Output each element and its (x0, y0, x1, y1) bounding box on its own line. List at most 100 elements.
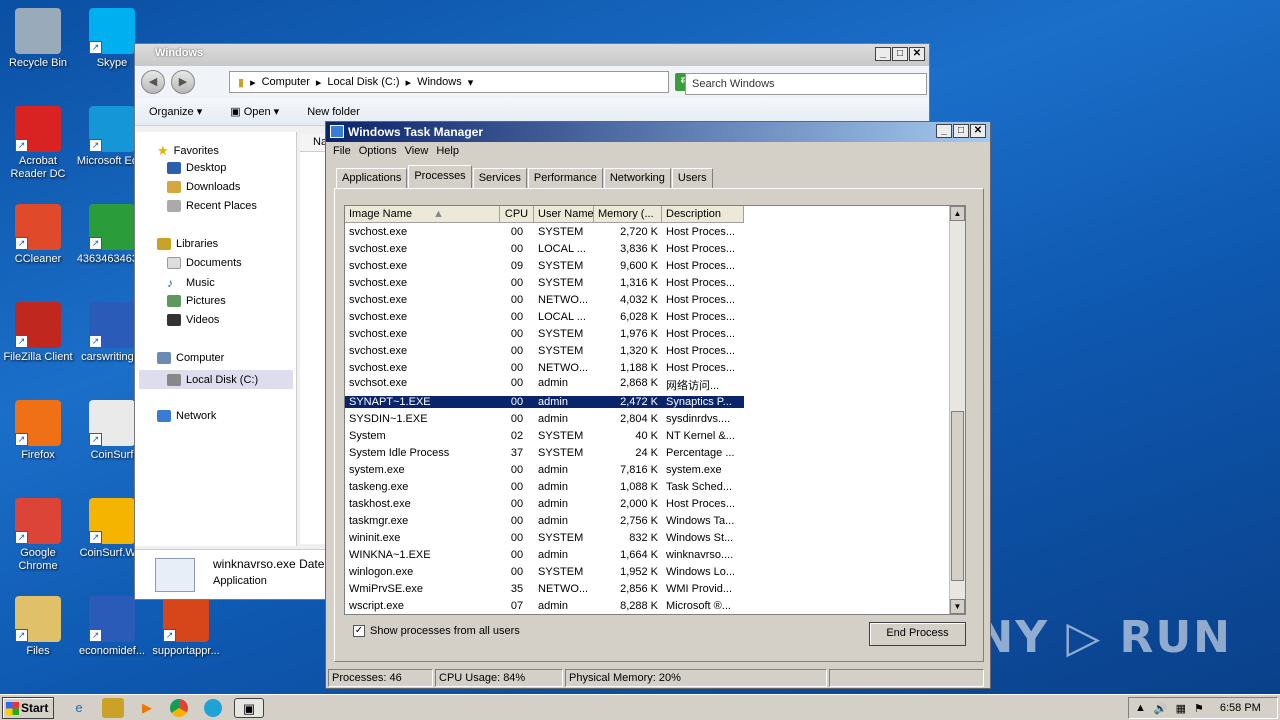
scroll-down-button[interactable]: ▼ (950, 599, 965, 614)
desktop-icon-image-file[interactable]: ↗ supportappr... (148, 596, 224, 658)
task-manager-titlebar[interactable]: Windows Task Manager _ □ ✕ (326, 122, 990, 142)
nav-recent-places[interactable]: Recent Places (167, 200, 257, 212)
address-bar[interactable]: ▮ ▸ Computer ▸ Local Disk (C:) ▸ Windows… (229, 71, 669, 93)
ie-icon[interactable]: e (68, 698, 90, 718)
column-memory[interactable]: Memory (... (594, 206, 662, 223)
nav-favorites[interactable]: ★ Favorites (157, 143, 219, 159)
nav-pictures[interactable]: Pictures (167, 295, 226, 307)
menu-file[interactable]: File (332, 145, 358, 162)
table-row[interactable]: svchost.exe 09 SYSTEM 9,600 K Host Proces... (345, 257, 965, 274)
column-user-name[interactable]: User Name (534, 206, 594, 223)
cell-memory: 1,088 K (620, 480, 658, 493)
vertical-scrollbar[interactable]: ▲ ▼ (949, 206, 965, 614)
nav-music[interactable]: ♪ Music (167, 276, 215, 290)
table-row[interactable]: svchost.exe 00 NETWO... 4,032 K Host Proces.… (345, 291, 965, 308)
nav-computer[interactable]: Computer (157, 352, 224, 364)
nav-libraries[interactable]: Libraries (157, 238, 218, 250)
tab-applications[interactable]: Applications (336, 168, 408, 188)
open-button[interactable]: ▣ Open ▾ (230, 105, 279, 118)
nav-videos[interactable]: Videos (167, 314, 219, 326)
flag-tray-icon[interactable]: ⚑ (1194, 702, 1204, 715)
organize-button[interactable]: Organize ▾ (149, 105, 202, 118)
desktop-icon-acrobat-reader[interactable]: ↗ Acrobat Reader DC (0, 106, 76, 181)
column-description[interactable]: Description (662, 206, 744, 223)
scroll-thumb[interactable] (951, 411, 964, 581)
nav-downloads[interactable]: Downloads (167, 181, 240, 193)
table-row[interactable]: svchsot.exe 00 admin 2,868 K 网络访问... (345, 376, 965, 393)
nav-documents[interactable]: Documents (167, 257, 242, 269)
end-process-button[interactable]: End Process (869, 622, 966, 646)
table-row[interactable]: svchost.exe 00 LOCAL ... 6,028 K Host Proces… (345, 308, 965, 325)
desktop-icon-filezilla[interactable]: ↗ FileZilla Client (0, 302, 76, 364)
tab-users[interactable]: Users (671, 168, 713, 188)
table-row[interactable]: System 02 SYSTEM 40 K NT Kernel &... (345, 427, 965, 444)
volume-icon[interactable]: 🔊 (1154, 702, 1168, 715)
network-tray-icon[interactable]: ▦ (1176, 702, 1186, 715)
minimize-button[interactable]: _ (936, 124, 952, 138)
table-row[interactable]: winlogon.exe 00 SYSTEM 1,952 K Windows Lo... (345, 563, 965, 580)
search-input[interactable]: Search Windows (685, 73, 927, 95)
tab-performance[interactable]: Performance (527, 168, 603, 188)
table-row[interactable]: wininit.exe 00 SYSTEM 832 K Windows St... (345, 529, 965, 546)
tray-arrow-icon[interactable]: ▲ (1135, 702, 1146, 714)
desktop-icon-ccleaner[interactable]: ↗ CCleaner (0, 204, 76, 266)
cell-cpu: 00 (510, 395, 524, 408)
process-list[interactable]: Image Name ▲ CPU User Name Memory (... D… (344, 205, 966, 615)
table-row[interactable]: svchost.exe 00 SYSTEM 1,320 K Host Proces... (345, 342, 965, 359)
breadcrumb-computer[interactable]: Computer (262, 76, 310, 88)
close-button[interactable]: ✕ (970, 124, 986, 138)
table-row[interactable]: SYNAPT~1.EXE 00 admin 2,472 K Synaptics P... (345, 393, 965, 410)
desktop-icon-firefox[interactable]: ↗ Firefox (0, 400, 76, 462)
explorer-taskbar-icon[interactable] (102, 698, 124, 718)
minimize-button[interactable]: _ (875, 47, 891, 61)
table-row[interactable]: taskmgr.exe 00 admin 2,756 K Windows Ta... (345, 512, 965, 529)
table-row[interactable]: svchost.exe 00 NETWO... 1,188 K Host Proces.… (345, 359, 965, 376)
table-row[interactable]: WmiPrvSE.exe 35 NETWO... 2,856 K WMI Provid.… (345, 580, 965, 597)
table-row[interactable]: svchost.exe 00 SYSTEM 2,720 K Host Proces... (345, 223, 965, 240)
table-row[interactable]: SYSDIN~1.EXE 00 admin 2,804 K sysdinrdvs.... (345, 410, 965, 427)
tab-services[interactable]: Services (472, 168, 527, 188)
nav-local-disk[interactable]: Local Disk (C:) (139, 370, 293, 389)
task-manager-window[interactable]: Windows Task Manager _ □ ✕ File Options … (325, 121, 991, 689)
maximize-button[interactable]: □ (953, 124, 969, 138)
clock[interactable]: 6:58 PM (1220, 702, 1261, 714)
table-row[interactable]: WINKNA~1.EXE 00 admin 1,664 K winknavrso.... (345, 546, 965, 563)
nav-desktop[interactable]: Desktop (167, 162, 226, 174)
table-row[interactable]: wscript.exe 07 admin 8,288 K Microsoft ®... (345, 597, 965, 614)
breadcrumb-windows[interactable]: Windows (417, 76, 462, 88)
table-row[interactable]: taskeng.exe 00 admin 1,088 K Task Sched... (345, 478, 965, 495)
explorer-titlebar[interactable]: Windows _ □ ✕ (135, 44, 929, 66)
desktop-icon-files-folder[interactable]: ↗ Files (0, 596, 76, 658)
nav-network[interactable]: Network (157, 410, 216, 422)
breadcrumb-local-disk[interactable]: Local Disk (C:) (327, 76, 399, 88)
scroll-up-button[interactable]: ▲ (950, 206, 965, 221)
table-row[interactable]: svchost.exe 00 LOCAL ... 3,836 K Host Proces… (345, 240, 965, 257)
table-row[interactable]: svchost.exe 00 SYSTEM 1,316 K Host Proces... (345, 274, 965, 291)
table-row[interactable]: svchost.exe 00 SYSTEM 1,976 K Host Proces... (345, 325, 965, 342)
column-image-name[interactable]: Image Name ▲ (345, 206, 500, 223)
table-row[interactable]: system.exe 00 admin 7,816 K system.exe (345, 461, 965, 478)
menu-view[interactable]: View (404, 145, 436, 162)
menu-help[interactable]: Help (435, 145, 466, 162)
tab-networking[interactable]: Networking (603, 168, 671, 188)
show-all-processes[interactable]: ✓ Show processes from all users (353, 625, 520, 637)
start-button[interactable]: Start (2, 697, 54, 719)
maximize-button[interactable]: □ (892, 47, 908, 61)
table-row[interactable]: System Idle Process 37 SYSTEM 24 K Percentag… (345, 444, 965, 461)
desktop-icon-chrome[interactable]: ↗ Google Chrome (0, 498, 76, 573)
task-manager-taskbar-icon[interactable]: ▣ (234, 698, 264, 718)
media-player-icon[interactable]: ▶ (136, 698, 158, 718)
menu-options[interactable]: Options (358, 145, 404, 162)
desktop-icon-recycle-bin[interactable]: Recycle Bin (0, 8, 76, 70)
desktop-icon-word-doc-2[interactable]: ↗ economidef... (74, 596, 150, 658)
forward-button[interactable]: ▶ (171, 70, 195, 94)
back-button[interactable]: ◀ (141, 70, 165, 94)
close-button[interactable]: ✕ (909, 47, 925, 61)
show-all-checkbox[interactable]: ✓ (353, 625, 365, 637)
chrome-icon[interactable] (170, 699, 188, 717)
edge-icon[interactable] (204, 699, 222, 717)
new-folder-button[interactable]: New folder (307, 106, 360, 118)
column-cpu[interactable]: CPU (500, 206, 534, 223)
table-row[interactable]: taskhost.exe 00 admin 2,000 K Host Proces... (345, 495, 965, 512)
tab-processes[interactable]: Processes (408, 165, 472, 188)
